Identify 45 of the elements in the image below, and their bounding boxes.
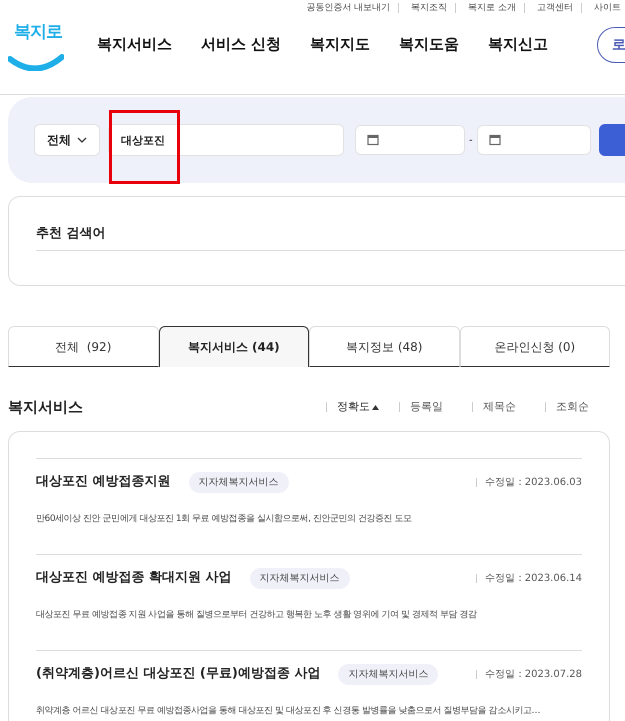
nav-item[interactable]: 서비스 신청: [201, 32, 282, 56]
utility-link[interactable]: 복지조직: [411, 1, 448, 15]
category-tag: 지자체복지서비스: [338, 664, 438, 684]
date-label: 수정일 :: [485, 668, 522, 682]
category-tag: 지자체복지서비스: [250, 568, 350, 588]
sort-option[interactable]: 조회순: [556, 399, 608, 416]
recommend-title: 추천 검색어: [36, 224, 625, 250]
sort-option[interactable]: 등록일: [410, 399, 462, 416]
result-title[interactable]: 대상포진 예방접종 확대지원 사업: [36, 568, 232, 588]
sort-option[interactable]: 제목순: [483, 399, 535, 416]
nav-item[interactable]: 복지도움: [399, 32, 460, 56]
utility-link[interactable]: 고객센터: [537, 1, 573, 15]
sort-option[interactable]: 정확도: [337, 399, 389, 416]
search-field[interactable]: 대상포진: [108, 124, 344, 156]
date-separator: -: [469, 134, 473, 148]
result-tab[interactable]: 온라인신청 (0): [460, 326, 610, 367]
result-tab[interactable]: 복지정보 (48): [309, 326, 460, 367]
category-tag: 지자체복지서비스: [188, 472, 289, 492]
utility-link[interactable]: 사이트: [594, 1, 621, 15]
section-title: 복지서비스: [8, 397, 84, 418]
nav-item[interactable]: 복지신고: [488, 32, 548, 56]
calendar-icon: [367, 134, 379, 146]
result-tab[interactable]: 복지서비스 (44): [158, 326, 309, 367]
end-date-field[interactable]: [476, 125, 591, 155]
scope-select[interactable]: 전체: [34, 124, 100, 156]
result-description: 대상포진 무료 예방접종 지원 사업을 통해 질병으로부터 건강하고 행복한 노후 생활 영위에 기여 및 경제적 부담 경감: [36, 608, 478, 620]
triangle-up-icon: [372, 404, 379, 410]
result-description: 만60세이상 진안 군민에게 대상포진 1회 무료 예방접종을 실시함으로써, 진안군민의 건강증진 도모: [36, 512, 413, 524]
start-date-field[interactable]: [355, 125, 465, 155]
result-description: 취약계층 어르신 대상포진 무료 예방접종사업을 통해 대상포진 및 대상포진 후 신경통 발병률을 낮춤으로서 질병부담을 감소시키고…: [36, 704, 542, 716]
result-title[interactable]: 대상포진 예방접종지원: [36, 472, 171, 492]
login-button[interactable]: 로: [597, 27, 625, 63]
modified-date: 2023.07.28: [524, 668, 582, 682]
result-title[interactable]: (취약계층)어르신 대상포진 (무료)예방접종 사업: [36, 664, 320, 684]
modified-date: 2023.06.03: [524, 476, 582, 490]
utility-link[interactable]: 복지로 소개: [468, 1, 516, 15]
chevron-down-icon: [77, 137, 87, 143]
nav-item[interactable]: 복지서비스: [97, 32, 172, 56]
date-label: 수정일 :: [485, 572, 522, 586]
nav-item[interactable]: 복지지도: [310, 32, 370, 56]
modified-date: 2023.06.14: [524, 572, 582, 586]
calendar-icon: [488, 134, 501, 146]
result-tab[interactable]: 전체 (92): [8, 326, 158, 367]
utility-link[interactable]: 공동인증서 내보내기: [306, 1, 390, 15]
date-label: 수정일 :: [485, 476, 522, 490]
